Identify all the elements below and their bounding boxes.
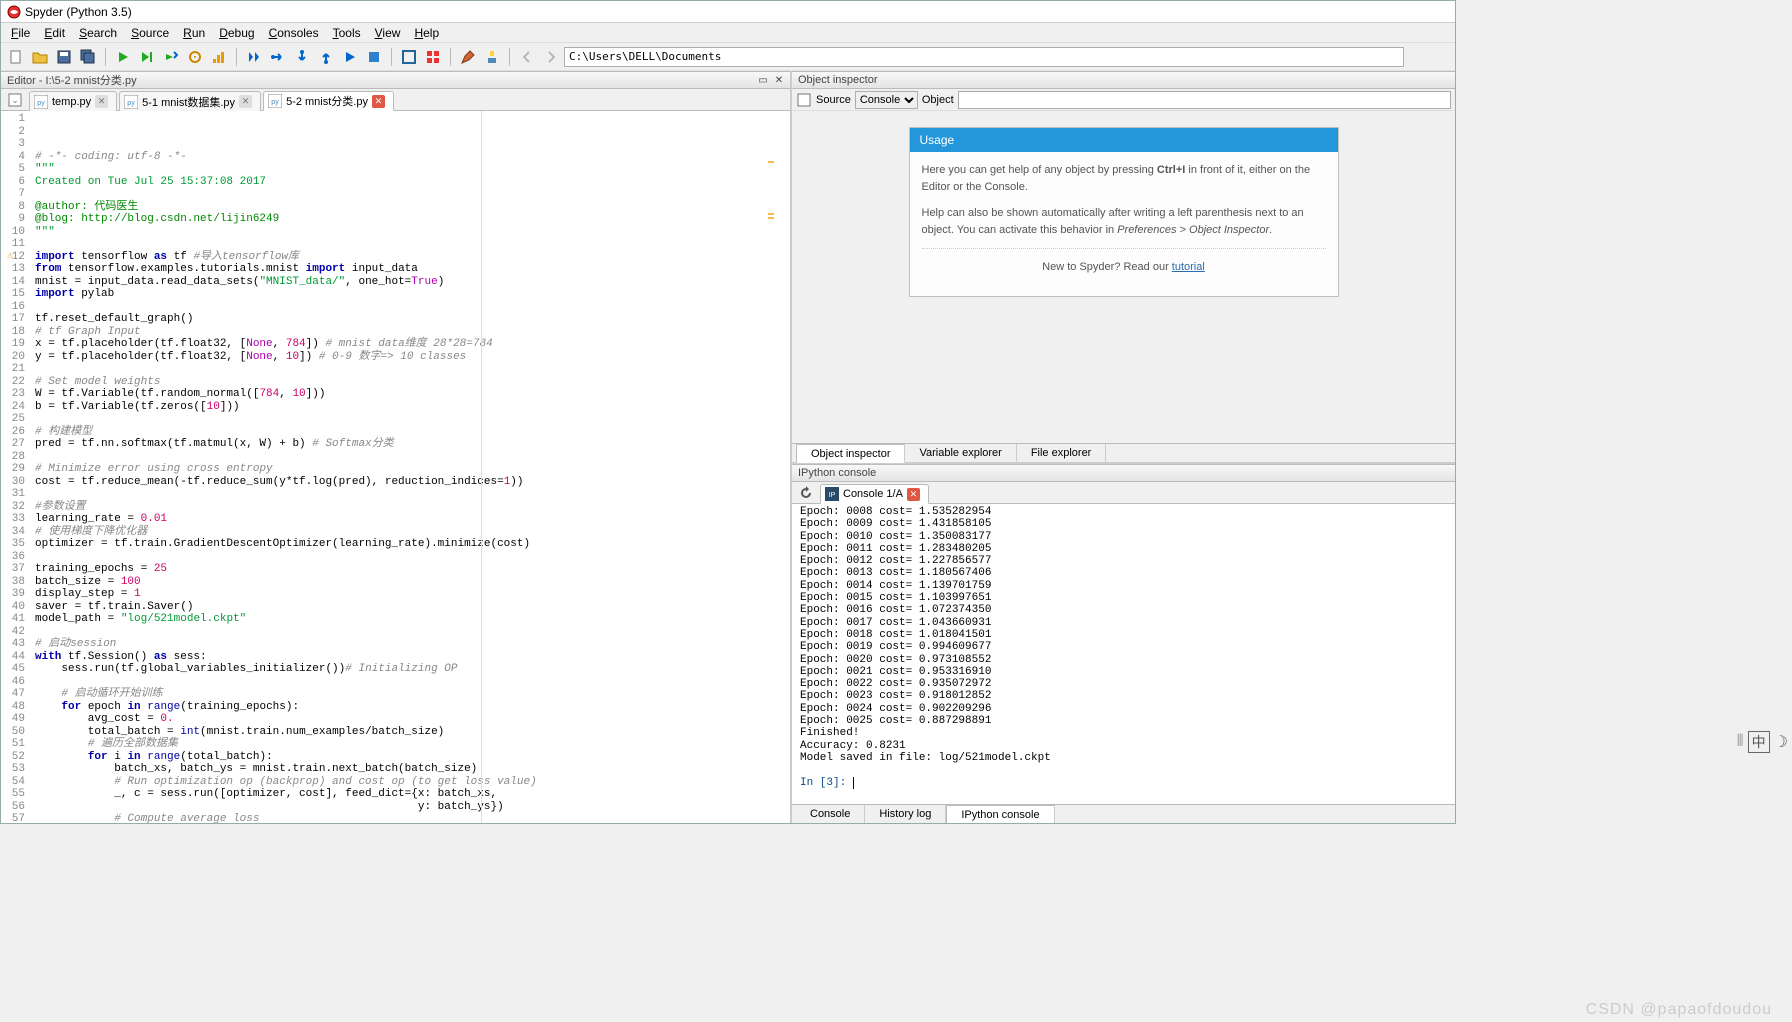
preferences-button[interactable] — [457, 46, 479, 68]
ipython-tabs: IP Console 1/A ✕ — [792, 482, 1455, 504]
editor-tab[interactable]: py temp.py ✕ — [29, 91, 117, 111]
svg-text:py: py — [37, 100, 45, 107]
app-icon — [7, 5, 21, 19]
usage-title: Usage — [910, 128, 1338, 152]
fullscreen-button[interactable] — [422, 46, 444, 68]
debug-button[interactable] — [243, 46, 265, 68]
object-inspector-title: Object inspector — [796, 74, 1451, 86]
nav-forward-button[interactable] — [540, 46, 562, 68]
tutorial-link[interactable]: tutorial — [1172, 261, 1205, 273]
console-bottom-tab[interactable]: History log — [865, 805, 946, 823]
debug-config-button[interactable] — [184, 46, 206, 68]
tab-label: 5-2 mnist分类.py — [286, 93, 368, 109]
menu-tools[interactable]: Tools — [327, 25, 367, 41]
console-bottom-tab[interactable]: IPython console — [946, 805, 1054, 823]
save-all-button[interactable] — [77, 46, 99, 68]
right-top-tabs: Object inspectorVariable explorerFile ex… — [792, 443, 1455, 462]
tab-close-icon[interactable]: ✕ — [95, 95, 108, 108]
console-bottom-tab[interactable]: Console — [796, 805, 865, 823]
debug-step-into-button[interactable] — [291, 46, 313, 68]
tab-close-icon[interactable]: ✕ — [239, 95, 252, 108]
debug-step-over-button[interactable] — [267, 46, 289, 68]
run-selection-button[interactable] — [160, 46, 182, 68]
menubar: FileEditSearchSourceRunDebugConsolesTool… — [1, 23, 1455, 43]
python-file-icon: py — [124, 95, 138, 109]
svg-text:py: py — [127, 100, 135, 107]
console-tab-label: Console 1/A — [843, 488, 903, 500]
object-label: Object — [922, 94, 954, 106]
debug-step-out-button[interactable] — [315, 46, 337, 68]
editor-tabs: ⌄ py temp.py ✕ py 5-1 mnist数据集.py ✕ py 5-2 mnis… — [1, 89, 790, 111]
tab-label: 5-1 mnist数据集.py — [142, 94, 235, 110]
window-title: Spyder (Python 3.5) — [25, 5, 132, 19]
code-editor[interactable]: 1234567891011⚠12131415161718192021222324… — [1, 111, 790, 823]
svg-text:⌄: ⌄ — [11, 95, 19, 105]
nav-back-button[interactable] — [516, 46, 538, 68]
tab-label: temp.py — [52, 96, 91, 108]
watermark: CSDN @papaofdoudou — [1586, 1001, 1772, 1019]
inspector-tab[interactable]: Variable explorer — [905, 444, 1016, 462]
browse-tabs-icon[interactable]: ⌄ — [5, 90, 25, 110]
new-file-button[interactable] — [5, 46, 27, 68]
object-input[interactable] — [958, 91, 1451, 109]
menu-edit[interactable]: Edit — [38, 25, 71, 41]
working-directory-input[interactable] — [564, 47, 1404, 67]
ipython-title: IPython console — [796, 467, 1451, 479]
undock-icon[interactable]: ▭ — [756, 73, 770, 87]
editor-tab[interactable]: py 5-1 mnist数据集.py ✕ — [119, 91, 261, 111]
save-button[interactable] — [53, 46, 75, 68]
run-profiler-button[interactable] — [208, 46, 230, 68]
svg-text:IP: IP — [829, 492, 836, 499]
editor-pane-header: Editor - I:\5-2 mnist分类.py ▭ ✕ — [1, 71, 790, 89]
right-bottom-tabs: ConsoleHistory logIPython console — [792, 804, 1455, 823]
menu-source[interactable]: Source — [125, 25, 175, 41]
menu-consoles[interactable]: Consoles — [263, 25, 325, 41]
console-output[interactable]: Epoch: 0008 cost= 1.535282954Epoch: 0009… — [792, 504, 1455, 804]
ipython-icon: IP — [825, 487, 839, 501]
source-label: Source — [816, 94, 851, 106]
inspector-tab[interactable]: File explorer — [1017, 444, 1107, 462]
console-tab[interactable]: IP Console 1/A ✕ — [820, 484, 929, 504]
editor-pane-title: Editor - I:\5-2 mnist分类.py — [5, 72, 754, 88]
python-file-icon: py — [34, 95, 48, 109]
ipython-header: IPython console — [792, 464, 1455, 482]
debug-stop-button[interactable] — [363, 46, 385, 68]
toolbar — [1, 43, 1455, 71]
tab-close-icon[interactable]: ✕ — [372, 95, 385, 108]
menu-search[interactable]: Search — [73, 25, 123, 41]
source-select[interactable]: Console — [855, 91, 918, 109]
console-tab-close[interactable]: ✕ — [907, 488, 920, 501]
browse-tabs-icon[interactable] — [796, 92, 812, 108]
menu-file[interactable]: File — [5, 25, 36, 41]
refresh-console-icon[interactable] — [796, 483, 816, 503]
python-file-icon: py — [268, 94, 282, 108]
maximize-pane-button[interactable] — [398, 46, 420, 68]
close-pane-icon[interactable]: ✕ — [772, 73, 786, 87]
menu-help[interactable]: Help — [408, 25, 445, 41]
menu-debug[interactable]: Debug — [213, 25, 260, 41]
titlebar: Spyder (Python 3.5) — [1, 1, 1455, 23]
menu-run[interactable]: Run — [177, 25, 211, 41]
editor-tab[interactable]: py 5-2 mnist分类.py ✕ — [263, 91, 394, 111]
editor-overview-ruler — [768, 159, 774, 221]
pythonpath-button[interactable] — [481, 46, 503, 68]
run-button[interactable] — [112, 46, 134, 68]
svg-text:py: py — [271, 99, 279, 106]
usage-panel: Usage Here you can get help of any objec… — [909, 127, 1339, 297]
object-inspector-header: Object inspector — [792, 71, 1455, 89]
open-file-button[interactable] — [29, 46, 51, 68]
inspector-tab[interactable]: Object inspector — [796, 444, 905, 463]
ime-indicator: ⦀ 中 ☽ — [1737, 731, 1788, 753]
run-cell-button[interactable] — [136, 46, 158, 68]
debug-continue-button[interactable] — [339, 46, 361, 68]
menu-view[interactable]: View — [369, 25, 407, 41]
